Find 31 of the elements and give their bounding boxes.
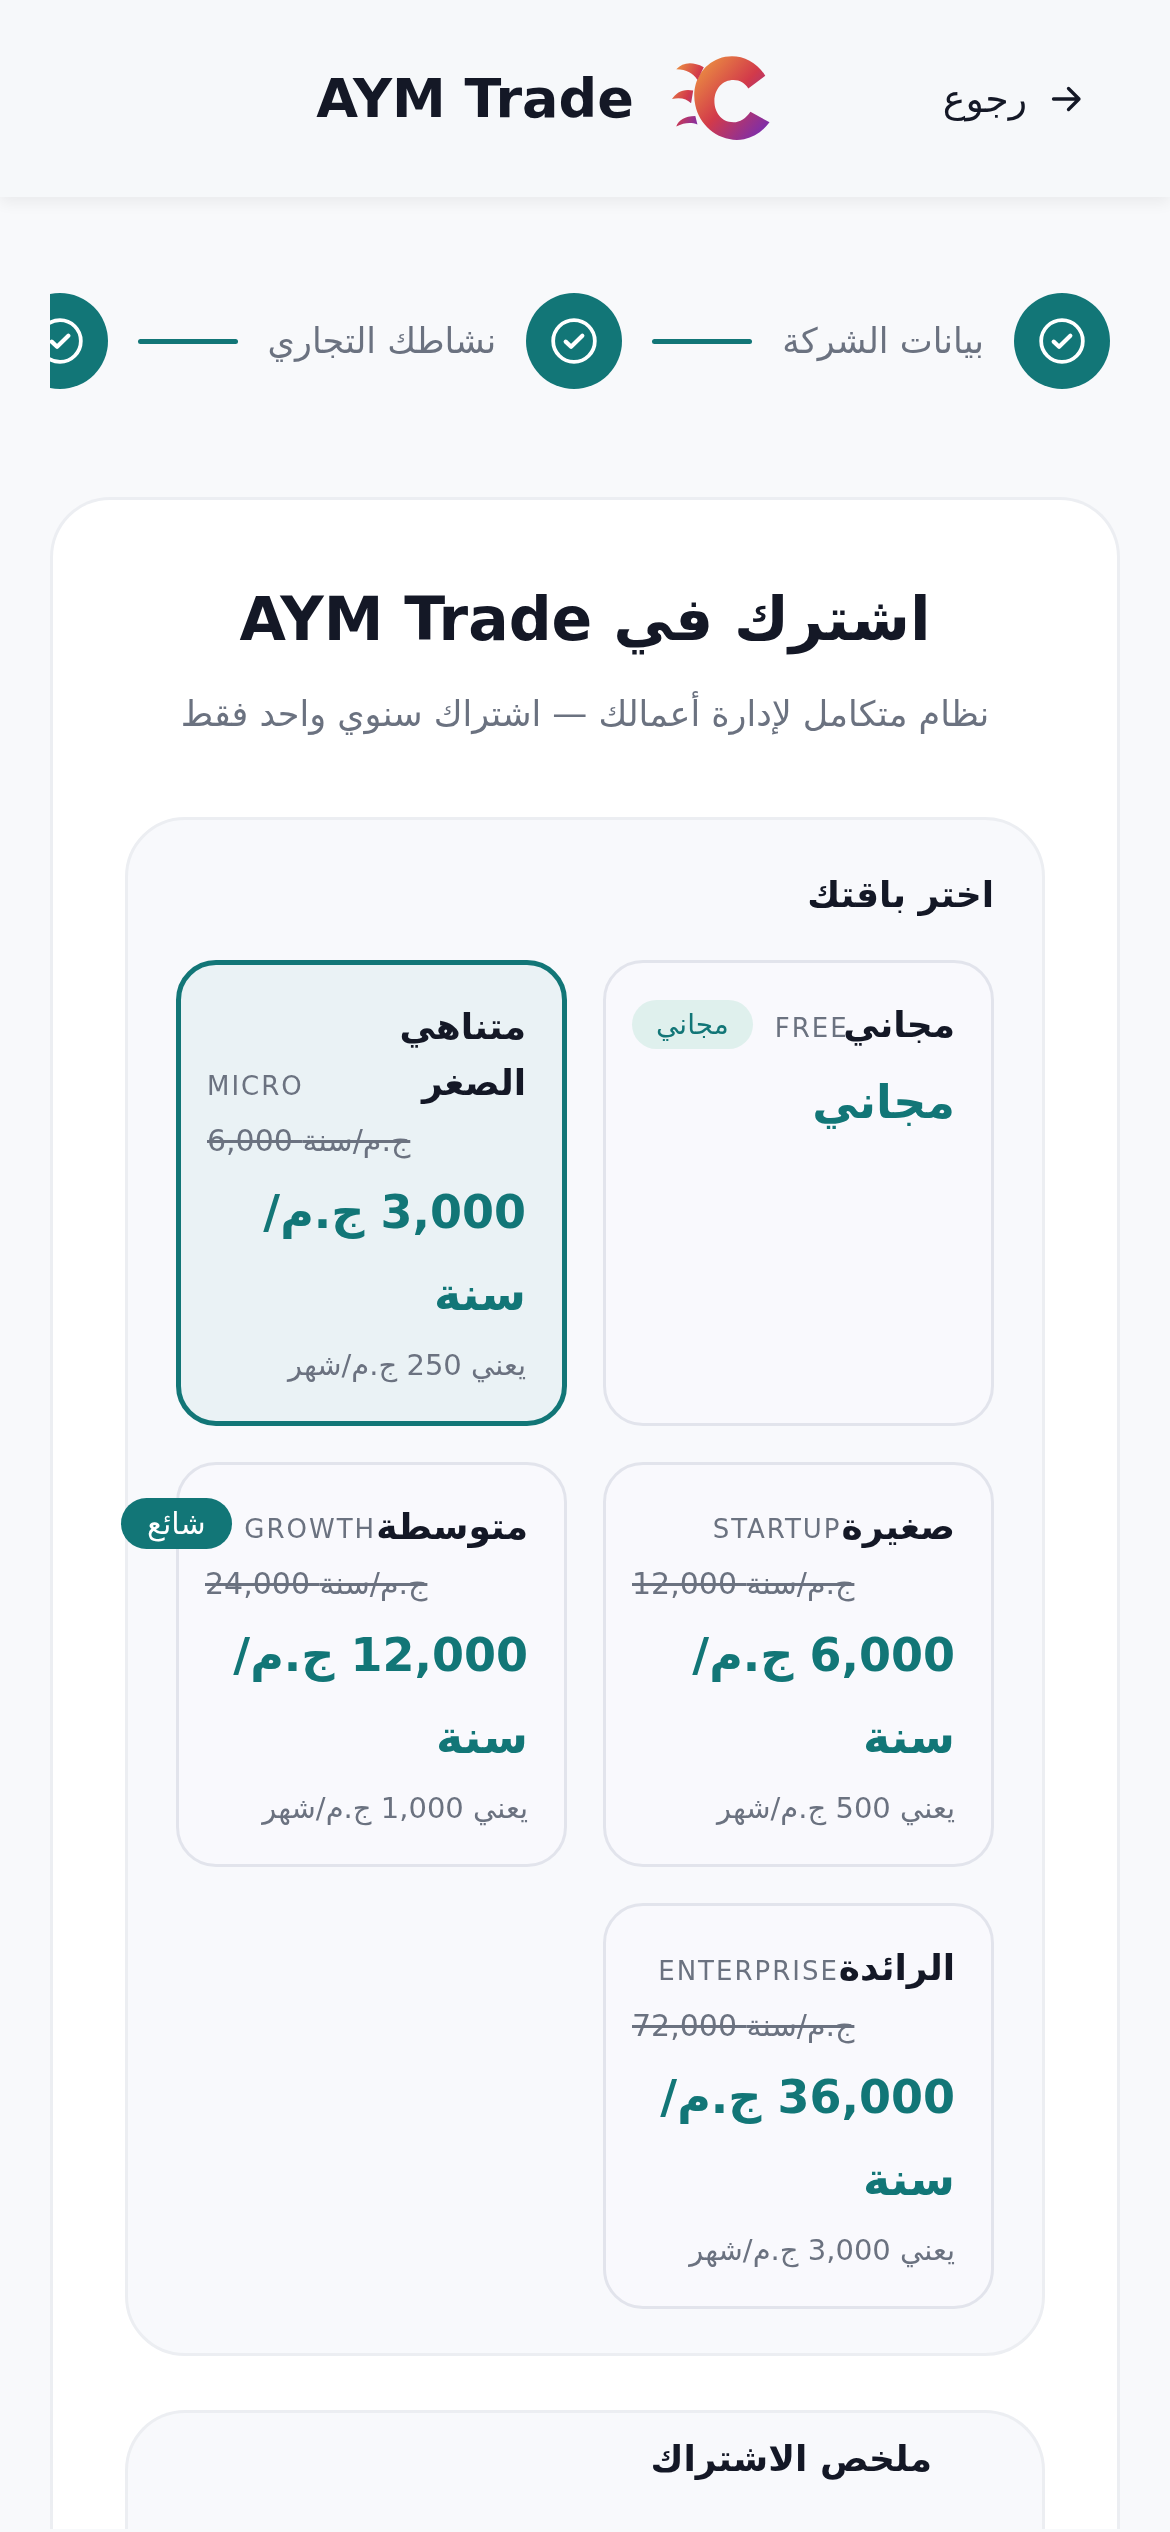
plan-badge: مجاني (632, 1000, 753, 1050)
monthly-price: يعني 500 ج.م/شهر (714, 1790, 955, 1828)
plan-code: ENTERPRISE (658, 1956, 839, 1989)
monthly-price: يعني 250 ج.م/شهر (285, 1346, 526, 1385)
plan-price: مجاني (811, 1073, 955, 1131)
old-price: 72,000 ج.م/سنة (632, 2007, 856, 2046)
plan-code: GROWTH (244, 1514, 377, 1547)
plan-code: STARTUP (712, 1514, 842, 1547)
old-price: 24,000 ج.م/سنة (205, 1565, 429, 1604)
brand-name: AYM Trade (316, 67, 634, 130)
plan-code: MICRO (207, 1070, 304, 1103)
plan-name: متناهي الصغر (398, 1005, 526, 1106)
monthly-price: يعني 1,000 ج.م/شهر (260, 1790, 528, 1828)
plan-name: الرائدة (838, 1946, 955, 1991)
monthly-price: يعني 3,000 ج.م/شهر (687, 2232, 955, 2270)
plan-price: 36,000 ج.م/سنة (659, 2069, 955, 2209)
back-button[interactable]: رجوع (942, 68, 1085, 129)
section-heading: ملخص الاشتراك (649, 2439, 932, 2480)
plan-price: 12,000 ج.م/سنة (232, 1627, 528, 1767)
page-subtitle: نظام متكامل لإدارة أعمالك — اشتراك سنوي واحد فقط (125, 689, 1045, 739)
old-price: 6,000 ج.م/سنة (207, 1121, 412, 1161)
step-label: نشاطك التجاري (267, 321, 497, 361)
step-label: بيانات الشركة (782, 321, 984, 361)
page-title: اشترك في AYM Trade (238, 583, 932, 657)
plan-name: صغيرة (841, 1504, 955, 1550)
old-price: 12,000 ج.م/سنة (632, 1565, 856, 1604)
popular-badge: شائع (121, 1497, 232, 1549)
section-heading: اختر باقتك (806, 873, 994, 918)
plan-name: متوسطة (376, 1504, 528, 1550)
plan-price: 6,000 ج.م/سنة (691, 1627, 955, 1767)
plan-price: 3,000 ج.م/سنة (262, 1183, 526, 1323)
